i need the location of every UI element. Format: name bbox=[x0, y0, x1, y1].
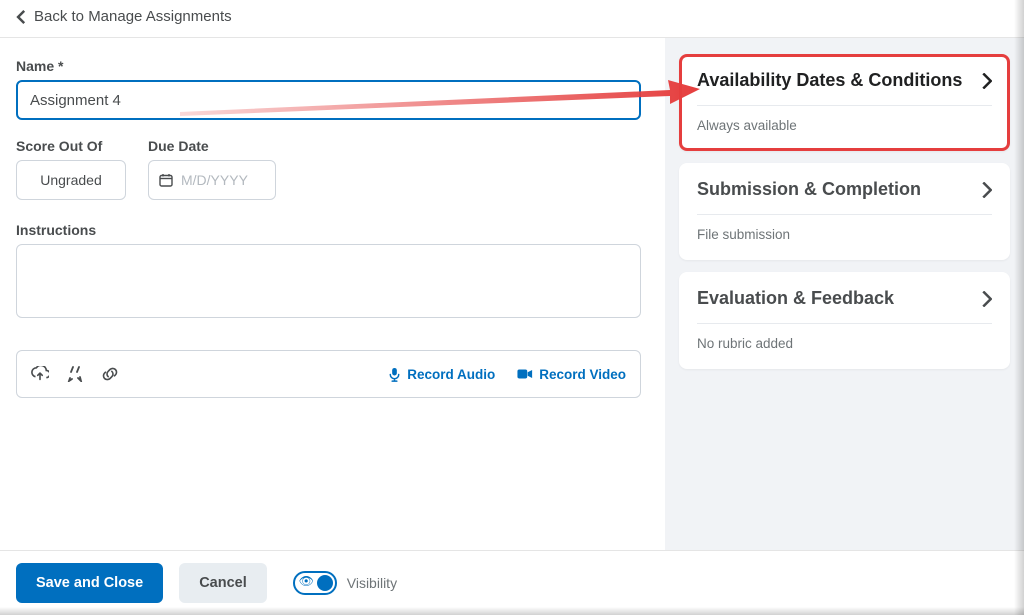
instructions-label: Instructions bbox=[16, 222, 643, 238]
eye-icon: 👁 bbox=[299, 574, 314, 588]
name-label: Name * bbox=[16, 58, 643, 74]
score-value: Ungraded bbox=[40, 172, 102, 188]
chevron-right-icon bbox=[982, 291, 992, 307]
score-out-of-field[interactable]: Ungraded bbox=[16, 160, 126, 200]
microphone-icon bbox=[388, 367, 401, 382]
panel-availability-sub: Always available bbox=[697, 118, 992, 133]
panel-submission-title: Submission & Completion bbox=[697, 179, 921, 200]
back-link[interactable]: Back to Manage Assignments bbox=[16, 8, 232, 25]
back-link-label: Back to Manage Assignments bbox=[34, 8, 232, 25]
due-date-placeholder: M/D/YYYY bbox=[181, 172, 248, 188]
record-video-button[interactable]: Record Video bbox=[517, 367, 626, 382]
panel-evaluation-sub: No rubric added bbox=[697, 336, 992, 351]
panel-availability[interactable]: Availability Dates & Conditions Always a… bbox=[679, 54, 1010, 151]
link-icon[interactable] bbox=[101, 366, 119, 382]
visibility-toggle[interactable]: 👁 bbox=[293, 571, 337, 595]
panel-evaluation[interactable]: Evaluation & Feedback No rubric added bbox=[679, 272, 1010, 369]
panel-submission[interactable]: Submission & Completion File submission bbox=[679, 163, 1010, 260]
chevron-right-icon bbox=[982, 73, 992, 89]
panel-submission-sub: File submission bbox=[697, 227, 992, 242]
video-icon bbox=[517, 368, 533, 380]
record-video-label: Record Video bbox=[539, 367, 626, 382]
cancel-button[interactable]: Cancel bbox=[179, 563, 267, 603]
chevron-left-icon bbox=[16, 10, 26, 24]
score-label: Score Out Of bbox=[16, 138, 126, 154]
instructions-editor[interactable] bbox=[16, 244, 641, 318]
save-and-close-button[interactable]: Save and Close bbox=[16, 563, 163, 603]
upload-icon[interactable] bbox=[31, 366, 49, 382]
chevron-right-icon bbox=[982, 182, 992, 198]
panel-evaluation-title: Evaluation & Feedback bbox=[697, 288, 894, 309]
record-audio-button[interactable]: Record Audio bbox=[388, 367, 495, 382]
record-audio-label: Record Audio bbox=[407, 367, 495, 382]
panel-availability-title: Availability Dates & Conditions bbox=[697, 70, 962, 91]
quicklink-icon[interactable] bbox=[67, 366, 83, 382]
visibility-label: Visibility bbox=[347, 575, 397, 591]
due-date-label: Due Date bbox=[148, 138, 276, 154]
due-date-field[interactable]: M/D/YYYY bbox=[148, 160, 276, 200]
name-input[interactable] bbox=[16, 80, 641, 120]
editor-toolbar: Record Audio Record Video bbox=[16, 350, 641, 398]
calendar-icon bbox=[159, 173, 173, 187]
